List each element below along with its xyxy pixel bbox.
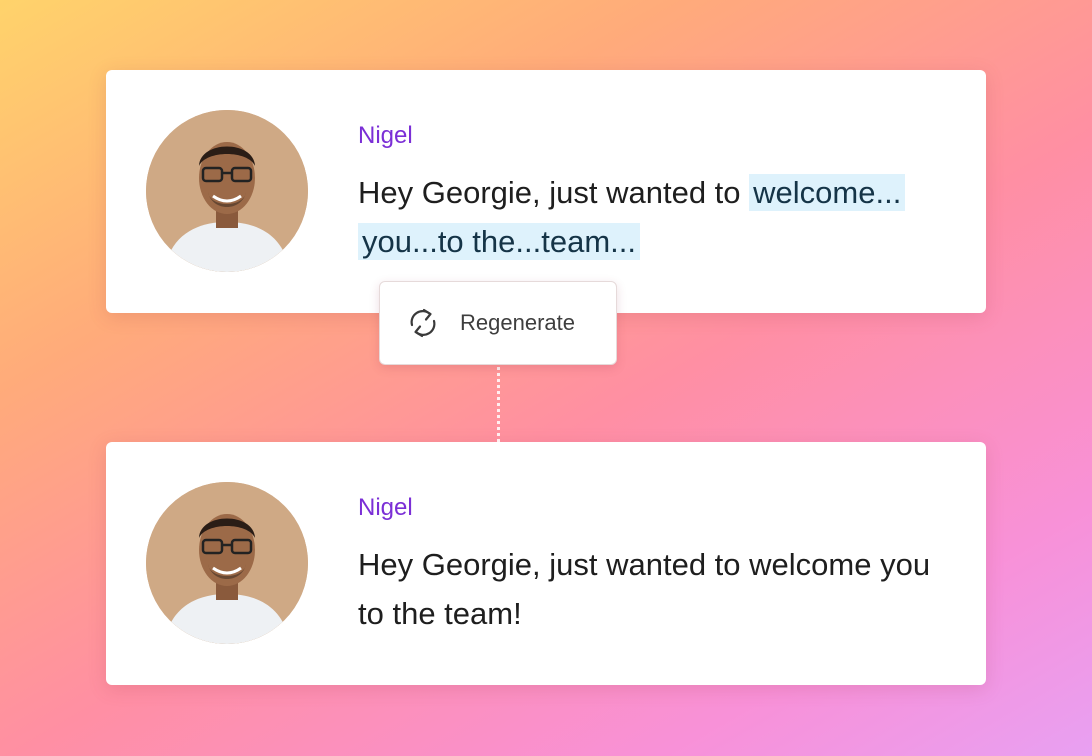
sender-name: Nigel	[358, 122, 413, 149]
message-text: Hey Georgie, just wanted to welcome you …	[358, 547, 931, 631]
sender-name: Nigel	[358, 494, 413, 521]
dotted-connector	[497, 367, 500, 442]
regenerate-button[interactable]: Regenerate	[379, 281, 617, 365]
regenerate-label: Regenerate	[460, 310, 575, 335]
message-text: Hey Georgie, just wanted to welcome... yo…	[358, 168, 958, 266]
highlighted-text: welcome...	[749, 174, 906, 211]
avatar-photo	[146, 482, 308, 644]
message-text-plain: Hey Georgie, just wanted to	[358, 175, 750, 210]
highlighted-text-line2: you...to the...team...	[358, 223, 640, 260]
regenerated-message-card: Nigel Hey Georgie, just wanted to welcom…	[106, 442, 986, 685]
avatar	[146, 482, 308, 644]
original-message-card: Nigel Hey Georgie, just wanted to welcom…	[106, 70, 986, 313]
refresh-icon	[404, 304, 442, 342]
avatar	[146, 110, 308, 272]
avatar-photo	[146, 110, 308, 272]
